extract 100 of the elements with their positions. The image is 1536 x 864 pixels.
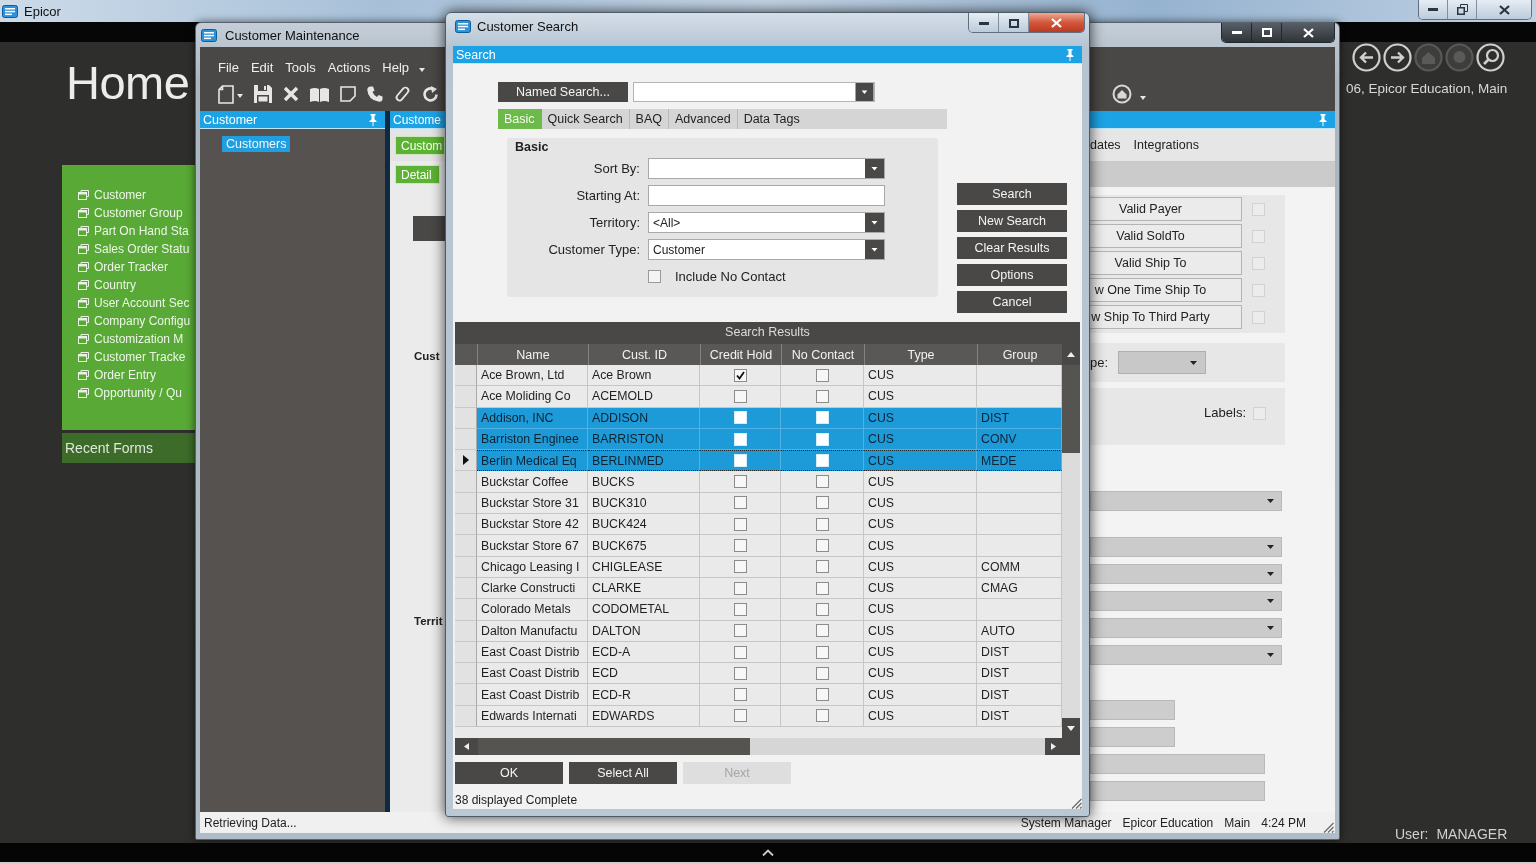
tab[interactable]: Advanced [669,109,738,129]
dropdown-field[interactable]: Customer [648,239,885,260]
action-button[interactable]: Clear Results [957,237,1067,259]
table-row[interactable]: East Coast Distrib ECD-A CUS DIST [455,641,1062,664]
tab[interactable]: Data Tags [737,109,806,129]
dropdown-field[interactable] [648,158,885,179]
caret-icon[interactable] [419,68,426,72]
new-document-icon[interactable] [218,84,234,104]
option-button[interactable]: Valid Payer [1090,197,1242,221]
dropdown-field[interactable] [633,82,875,102]
checkbox[interactable] [733,666,747,680]
text-field[interactable] [1090,754,1265,774]
maximize-button[interactable] [999,13,1029,32]
checkbox[interactable] [815,475,829,489]
checkbox[interactable] [733,709,747,723]
dropdown-field[interactable]: <All> [648,212,885,233]
checkbox[interactable] [1253,407,1266,420]
horizontal-scrollbar[interactable] [455,738,1062,755]
menu-item[interactable]: File [212,57,245,77]
arrow-up-icon[interactable] [1062,344,1080,365]
phone-icon[interactable] [367,86,383,102]
checkbox[interactable] [733,581,747,595]
checkbox[interactable] [733,624,747,638]
dropdown-field[interactable] [1090,645,1282,665]
checkbox[interactable] [733,688,747,702]
checkbox[interactable] [733,602,747,616]
caret-icon[interactable] [1267,626,1274,630]
caret-icon[interactable] [1267,599,1274,603]
tab[interactable]: Quick Search [541,109,630,129]
arrow-left-icon[interactable] [455,738,478,755]
table-row[interactable]: Buckstar Store 42 BUCK424 CUS [455,514,1062,536]
checkbox[interactable] [1252,229,1265,243]
close-button[interactable] [1029,13,1084,32]
option-button[interactable]: w Ship To Third Party [1090,305,1242,329]
caret-icon[interactable] [1267,572,1274,576]
tab[interactable]: dates [1090,136,1123,154]
text-field[interactable] [648,185,885,206]
checkbox[interactable] [815,581,829,595]
checkbox[interactable] [733,475,747,489]
dropdown-field[interactable] [1118,351,1207,374]
table-row[interactable]: Buckstar Store 31 BUCK310 CUS [455,492,1062,515]
menu-item[interactable]: Actions [321,57,377,77]
checkbox[interactable] [815,709,829,723]
dialog-button[interactable]: OK [455,762,563,784]
minimize-button[interactable] [1419,0,1448,19]
resize-grip-icon[interactable] [1322,821,1334,833]
arrow-down-icon[interactable] [1062,718,1080,738]
minimize-button[interactable] [969,13,999,32]
delete-icon[interactable] [283,86,299,102]
action-button[interactable]: Options [957,264,1067,286]
close-button[interactable] [1477,0,1531,19]
text-field[interactable] [1090,781,1265,801]
restore-button[interactable] [1448,0,1477,19]
checkbox[interactable] [733,539,747,552]
table-row[interactable]: Colorado Metals CODOMETAL CUS [455,599,1062,621]
caret-icon[interactable] [865,213,884,232]
checkbox[interactable] [1252,283,1265,297]
dropdown-field[interactable] [1090,564,1282,584]
save-icon[interactable] [254,85,272,103]
table-row[interactable]: Chicago Leasing I CHIGLEASE CUS COMM [455,556,1062,578]
back-icon[interactable] [1352,43,1381,72]
tab[interactable]: Integrations [1133,136,1201,154]
checkbox[interactable] [733,368,747,382]
action-button[interactable]: New Search [957,210,1067,232]
caret-icon[interactable] [865,240,884,259]
checkbox[interactable] [815,517,829,531]
checkbox[interactable] [815,602,829,616]
arrow-right-icon[interactable] [1045,738,1062,755]
checkbox[interactable] [733,517,747,531]
caret-icon[interactable] [1140,96,1146,100]
checkbox[interactable] [815,666,829,680]
table-row[interactable]: Clarke Constructi CLARKE CUS CMAG [455,577,1062,600]
table-row[interactable]: Dalton Manufactu DALTON CUS AUTO [455,620,1062,642]
text-field[interactable] [1090,700,1175,720]
caret-icon[interactable] [865,159,884,178]
table-row[interactable]: East Coast Distrib ECD-R CUS DIST [455,684,1062,706]
checkbox[interactable] [733,389,747,403]
note-icon[interactable] [340,86,356,102]
checkbox[interactable] [815,389,829,403]
checkbox[interactable] [815,688,829,702]
checkbox[interactable] [648,269,661,283]
table-row[interactable]: Ace Moliding Co ACEMOLD CUS [455,386,1062,408]
minimize-button[interactable] [1222,23,1252,42]
checkbox[interactable] [815,368,829,382]
scrollbar-thumb[interactable] [1062,365,1080,453]
caret-up-icon[interactable] [762,849,774,856]
book-icon[interactable] [310,86,329,102]
caret-icon[interactable] [1190,360,1198,365]
table-row[interactable]: Buckstar Store 67 BUCK675 CUS [455,535,1062,557]
checkbox[interactable] [1252,256,1265,270]
dropdown-field[interactable] [1090,491,1282,511]
checkbox[interactable] [733,645,747,659]
table-row[interactable]: East Coast Distrib ECD CUS DIST [455,663,1062,685]
checkbox[interactable] [815,645,829,659]
checkbox[interactable] [815,624,829,638]
checkbox[interactable] [1252,310,1265,324]
menu-item[interactable]: Edit [244,57,280,77]
caret-icon[interactable] [1267,545,1274,549]
close-button[interactable] [1282,23,1334,42]
dropdown-field[interactable] [1090,618,1282,638]
